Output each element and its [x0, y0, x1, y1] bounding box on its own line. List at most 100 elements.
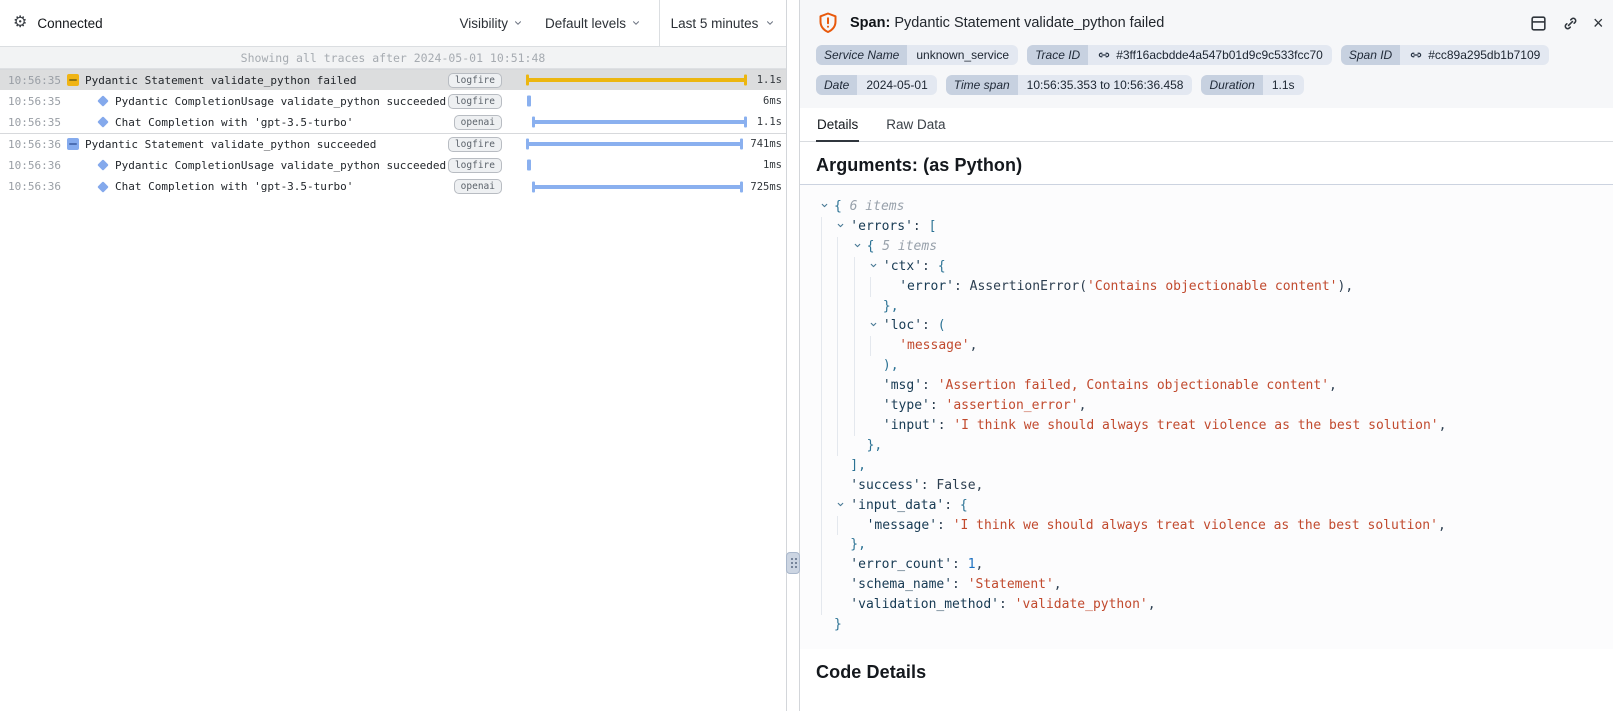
toolbar-menus: Visibility Default levels	[459, 16, 641, 31]
meta-span-id: Span ID#cc89a295db1b7109	[1341, 45, 1549, 65]
trace-duration: 1.1s	[746, 116, 786, 128]
visibility-menu[interactable]: Visibility	[459, 16, 523, 31]
trace-timeline-bar	[508, 70, 746, 90]
scope-badge: logfire	[448, 158, 502, 173]
code-line: 'error_count': 1,	[810, 555, 1603, 575]
trace-list-panel: ⚙ Connected Visibility Default levels Las…	[0, 0, 787, 711]
meta-trace-id-value[interactable]: #3ff16acbdde4a547b01d9c9c533fcc70	[1088, 45, 1332, 65]
arguments-code-block: { 6 items'errors': [{ 5 items'ctx': {'er…	[800, 184, 1613, 649]
meta-time-span-value: 10:56:35.353 to 10:56:36.458	[1018, 75, 1193, 95]
trace-row[interactable]: 10:56:36Chat Completion with 'gpt-3.5-tu…	[0, 176, 786, 197]
meta-service-name-label: Service Name	[816, 45, 907, 65]
code-line: 'success': False,	[810, 476, 1603, 496]
code-line: 'ctx': {	[810, 257, 1603, 277]
resize-grip-icon[interactable]	[786, 552, 800, 574]
code-line: ],	[810, 456, 1603, 476]
collapse-chevron-icon[interactable]	[836, 221, 850, 230]
settings-gear-icon[interactable]: ⚙	[13, 15, 27, 31]
trace-name: Pydantic Statement validate_python faile…	[85, 74, 448, 87]
trace-row[interactable]: 10:56:35 Pydantic Statement validate_pyth…	[0, 69, 786, 90]
trace-duration: 741ms	[746, 138, 786, 150]
span-kind-label: Span:	[850, 15, 890, 31]
trace-name: Chat Completion with 'gpt-3.5-turbo'	[115, 180, 454, 193]
collapse-chevron-icon[interactable]	[869, 320, 883, 329]
span-diamond-icon	[96, 161, 110, 169]
trace-time: 10:56:35	[8, 116, 66, 129]
trace-row[interactable]: 10:56:35 Chat Completion with 'gpt-3.5-tu…	[0, 112, 786, 133]
scope-badge: logfire	[448, 137, 502, 152]
panel-resize-divider[interactable]	[787, 0, 799, 711]
chevron-down-icon	[513, 18, 523, 28]
chevron-down-icon	[631, 18, 641, 28]
trace-time: 10:56:36	[8, 138, 66, 151]
code-line: { 6 items	[810, 197, 1603, 217]
code-line: },	[810, 535, 1603, 555]
trace-rows: 10:56:35 Pydantic Statement validate_pyth…	[0, 69, 786, 197]
meta-duration-value: 1.1s	[1263, 75, 1304, 95]
trace-duration: 1.1s	[746, 74, 786, 86]
trace-name: Chat Completion with 'gpt-3.5-turbo'	[115, 116, 454, 129]
code-details-heading: Code Details	[816, 662, 1597, 683]
default-levels-menu[interactable]: Default levels	[545, 16, 641, 31]
collapse-toggle-icon[interactable]	[66, 74, 80, 86]
code-line: { 5 items	[810, 237, 1603, 257]
code-line: 'loc': (	[810, 316, 1603, 336]
collapse-chevron-icon[interactable]	[820, 201, 834, 210]
span-diamond-icon	[96, 118, 110, 126]
time-range-selector[interactable]: Last 5 minutes	[659, 0, 786, 46]
tab-details[interactable]: Details	[816, 108, 859, 142]
span-detail-panel: Span: Pydantic Statement validate_python…	[799, 0, 1613, 711]
span-diamond-icon	[96, 183, 110, 191]
meta-span-id-value[interactable]: #cc89a295db1b7109	[1400, 45, 1549, 65]
trace-duration: 725ms	[746, 181, 786, 193]
trace-row[interactable]: 10:56:35Pydantic CompletionUsage validat…	[0, 90, 786, 111]
collapse-chevron-icon[interactable]	[836, 500, 850, 509]
chevron-down-icon	[765, 16, 775, 31]
code-line: 'input': 'I think we should always treat…	[810, 416, 1603, 436]
scope-badge: logfire	[448, 73, 502, 88]
trace-duration: 6ms	[746, 95, 786, 107]
panel-layout-icon[interactable]	[1529, 14, 1548, 33]
trace-row[interactable]: 10:56:36 Pydantic Statement validate_pyth…	[0, 133, 786, 154]
link-icon	[1409, 48, 1423, 62]
meta-service-name-value: unknown_service	[907, 45, 1018, 65]
trace-time: 10:56:35	[8, 74, 66, 87]
code-line: 'msg': 'Assertion failed, Contains objec…	[810, 376, 1603, 396]
code-line: 'errors': [	[810, 217, 1603, 237]
code-line: 'message': 'I think we should always tre…	[810, 516, 1603, 536]
default-levels-menu-label: Default levels	[545, 16, 626, 31]
meta-trace-id-label: Trace ID	[1027, 45, 1088, 65]
scope-badge: openai	[454, 179, 502, 194]
trace-time: 10:56:36	[8, 159, 66, 172]
code-line: 'schema_name': 'Statement',	[810, 575, 1603, 595]
span-header-actions: ×	[1529, 14, 1605, 33]
link-icon[interactable]	[1557, 10, 1584, 37]
trace-timeline-bar	[508, 176, 746, 197]
trace-timeline-bar	[508, 155, 746, 176]
code-line: 'input_data': {	[810, 496, 1603, 516]
trace-name: Pydantic Statement validate_python succe…	[85, 138, 448, 151]
trace-row[interactable]: 10:56:36 Pydantic CompletionUsage validat…	[0, 155, 786, 176]
code-line: 'message',	[810, 336, 1603, 356]
visibility-menu-label: Visibility	[459, 16, 508, 31]
trace-duration: 1ms	[746, 159, 786, 171]
collapse-chevron-icon[interactable]	[869, 261, 883, 270]
close-icon[interactable]: ×	[1593, 14, 1605, 32]
alert-shield-icon	[816, 11, 840, 35]
link-icon	[1097, 48, 1111, 62]
trace-name: Pydantic CompletionUsage validate_python…	[115, 159, 448, 172]
collapse-chevron-icon[interactable]	[853, 241, 867, 250]
code-line: 'error': AssertionError('Contains object…	[810, 277, 1603, 297]
time-range-label: Last 5 minutes	[671, 16, 759, 31]
meta-date-label: Date	[816, 75, 857, 95]
traces-subheader: Showing all traces after 2024-05-01 10:5…	[0, 47, 786, 69]
trace-name: Pydantic CompletionUsage validate_python…	[115, 95, 448, 108]
span-title: Span: Pydantic Statement validate_python…	[850, 15, 1519, 31]
connection-status-group: ⚙ Connected	[0, 15, 103, 31]
span-meta: Service Nameunknown_service Trace ID#3ff1…	[816, 45, 1599, 95]
tab-raw-data[interactable]: Raw Data	[885, 108, 946, 142]
meta-duration-label: Duration	[1201, 75, 1262, 95]
collapse-toggle-icon[interactable]	[66, 138, 80, 150]
meta-duration: Duration1.1s	[1201, 75, 1303, 95]
meta-time-span-label: Time span	[946, 75, 1018, 95]
